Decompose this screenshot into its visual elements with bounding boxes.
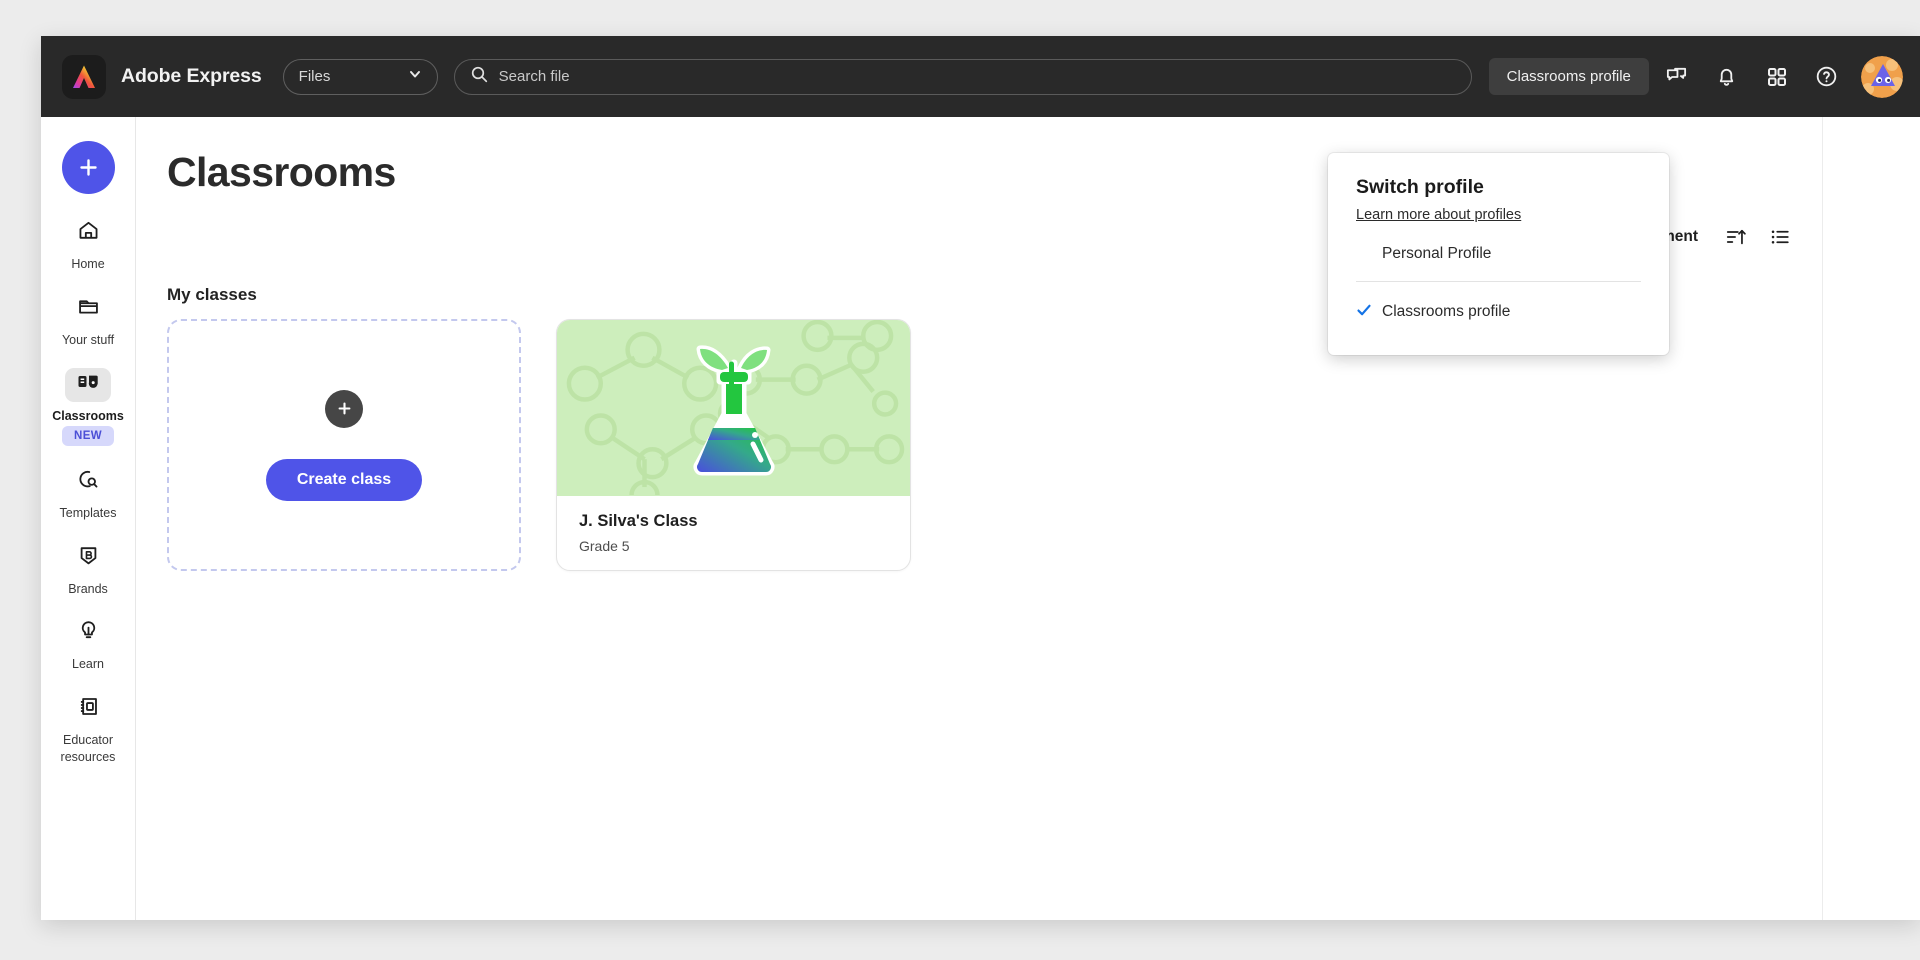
create-class-button[interactable]: Create class	[265, 458, 423, 501]
create-new-button[interactable]	[61, 141, 115, 194]
learn-more-about-profiles-link[interactable]: Learn more about profiles	[1356, 207, 1521, 223]
sidebar-item-classrooms[interactable]: Classrooms NEW	[41, 367, 135, 446]
adobe-express-logo-icon[interactable]	[62, 54, 106, 99]
sidebar-item-label: Classrooms	[52, 408, 124, 423]
page-title: Classrooms	[167, 149, 396, 195]
search-bar[interactable]	[453, 58, 1472, 95]
notebook-icon	[77, 695, 100, 723]
sidebar-item-label: Brands	[68, 581, 108, 596]
search-input[interactable]	[498, 68, 1455, 85]
classes-grid: Create class J. Silva's Class Grade 5	[167, 319, 911, 571]
science-flask-icon	[693, 345, 774, 476]
bell-icon[interactable]	[1705, 55, 1749, 99]
sidebar-item-learn[interactable]: Learn	[41, 616, 135, 673]
home-icon	[77, 219, 100, 247]
list-view-icon[interactable]	[1760, 217, 1800, 257]
sidebar-item-label: Educator resources	[60, 733, 116, 765]
popover-title: Switch profile	[1356, 176, 1484, 198]
files-dropdown-label: Files	[298, 68, 331, 85]
profile-option-label: Personal Profile	[1382, 245, 1492, 262]
left-sidebar: Home Your stuff Classrooms NEW Templates…	[41, 117, 136, 920]
popover-divider	[1356, 281, 1641, 282]
class-thumbnail	[557, 320, 910, 496]
sidebar-item-label: Templates	[59, 505, 117, 520]
section-title: My classes	[167, 285, 257, 304]
class-name: J. Silva's Class	[579, 512, 698, 530]
create-class-card[interactable]: Create class	[167, 319, 521, 571]
class-grade: Grade 5	[579, 538, 630, 554]
switch-profile-popover: Switch profile Learn more about profiles…	[1328, 153, 1669, 355]
classrooms-icon	[76, 370, 100, 399]
search-icon	[471, 66, 488, 88]
sidebar-item-label: Learn	[72, 657, 104, 672]
comments-icon[interactable]	[1655, 55, 1699, 99]
new-badge: NEW	[61, 425, 115, 446]
sidebar-item-home[interactable]: Home	[41, 216, 135, 273]
app-window: Adobe Express Files Classrooms profile	[41, 36, 1920, 920]
brand-shield-icon	[77, 544, 100, 572]
top-navigation-bar: Adobe Express Files Classrooms profile	[41, 36, 1920, 117]
sort-ascending-icon[interactable]	[1716, 217, 1756, 257]
class-card[interactable]: J. Silva's Class Grade 5	[556, 319, 911, 571]
class-card-meta: J. Silva's Class Grade 5	[557, 496, 910, 554]
avatar[interactable]	[1860, 55, 1903, 98]
sidebar-item-brands[interactable]: Brands	[41, 541, 135, 598]
apps-grid-icon[interactable]	[1755, 55, 1799, 99]
plus-icon	[325, 389, 363, 428]
profile-option-label: Classrooms profile	[1382, 303, 1511, 320]
sidebar-item-templates[interactable]: Templates	[41, 465, 135, 522]
check-icon	[1356, 302, 1382, 323]
sidebar-item-label: Home	[71, 257, 105, 271]
sidebar-item-label: Your stuff	[61, 332, 115, 347]
help-icon[interactable]	[1805, 55, 1849, 99]
folder-icon	[77, 295, 100, 323]
app-title: Adobe Express	[121, 65, 262, 87]
profile-option-personal[interactable]: Personal Profile	[1328, 233, 1669, 275]
profile-option-classrooms[interactable]: Classrooms profile	[1328, 291, 1669, 333]
chevron-down-icon	[408, 67, 422, 86]
sidebar-item-educator-resources[interactable]: Educator resources	[41, 692, 135, 766]
sidebar-item-your-stuff[interactable]: Your stuff	[41, 292, 135, 349]
profile-switcher-button[interactable]: Classrooms profile	[1488, 58, 1649, 95]
templates-search-icon	[77, 468, 100, 496]
files-dropdown[interactable]: Files	[282, 58, 438, 95]
lightbulb-icon	[77, 619, 100, 647]
